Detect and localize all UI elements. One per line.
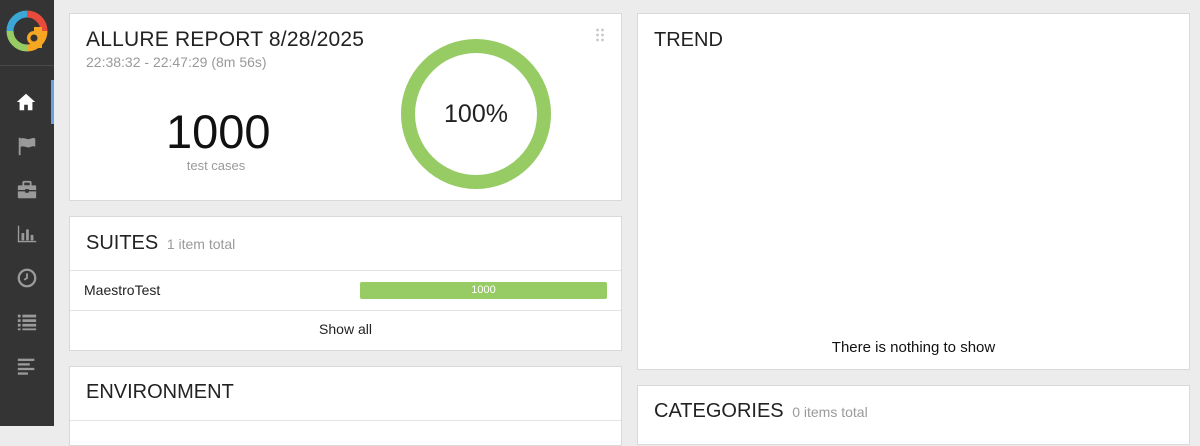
environment-widget: ENVIRONMENT	[69, 366, 622, 446]
align-left-icon	[17, 358, 35, 375]
suites-widget: SUITES 1 item total MaestroTest 1000 Sho…	[69, 216, 622, 351]
categories-title: CATEGORIES	[654, 400, 784, 422]
sidebar-item-categories[interactable]	[0, 124, 54, 168]
categories-count: 0 items total	[792, 404, 868, 420]
suite-name[interactable]: MaestroTest	[84, 282, 160, 298]
categories-widget: CATEGORIES 0 items total	[637, 385, 1190, 445]
test-case-count-label: test cases	[186, 158, 246, 173]
suites-title: SUITES	[86, 232, 159, 254]
sidebar-item-suites[interactable]	[0, 168, 54, 212]
bar-chart-icon	[17, 225, 37, 243]
report-title: ALLURE REPORT 8/28/2025	[86, 28, 365, 51]
sidebar-divider	[0, 65, 54, 66]
clock-icon	[17, 268, 37, 288]
divider	[70, 270, 621, 271]
suites-count: 1 item total	[166, 236, 236, 252]
trend-widget: TREND There is nothing to show	[637, 13, 1190, 370]
divider	[70, 420, 621, 421]
allure-logo[interactable]	[6, 10, 48, 52]
sidebar-item-packages[interactable]	[0, 344, 54, 388]
trend-title: TREND	[654, 29, 723, 51]
flag-icon	[18, 137, 36, 156]
trend-empty-message: There is nothing to show	[831, 339, 996, 356]
test-case-count: 1000	[166, 105, 271, 158]
list-icon	[17, 314, 37, 331]
divider	[70, 310, 621, 311]
sidebar-item-timeline[interactable]	[0, 256, 54, 300]
suite-status-bar[interactable]: 1000	[360, 282, 607, 299]
home-icon	[16, 93, 35, 111]
show-all-link[interactable]: Show all	[70, 321, 621, 337]
sidebar-item-graphs[interactable]	[0, 212, 54, 256]
environment-title: ENVIRONMENT	[86, 381, 234, 403]
summary-widget: ALLURE REPORT 8/28/2025 22:38:32 - 22:47…	[69, 13, 622, 201]
pass-rate-label: 100%	[444, 100, 508, 128]
categories-title-row: CATEGORIES 0 items total	[654, 400, 868, 423]
sidebar-item-behaviors[interactable]	[0, 300, 54, 344]
suites-title-row: SUITES 1 item total	[86, 232, 235, 255]
sidebar-item-overview[interactable]	[0, 80, 54, 124]
drag-handle-icon[interactable]	[595, 28, 605, 42]
briefcase-icon	[17, 180, 37, 199]
sidebar	[0, 0, 54, 426]
report-time-range: 22:38:32 - 22:47:29 (8m 56s)	[86, 54, 267, 70]
